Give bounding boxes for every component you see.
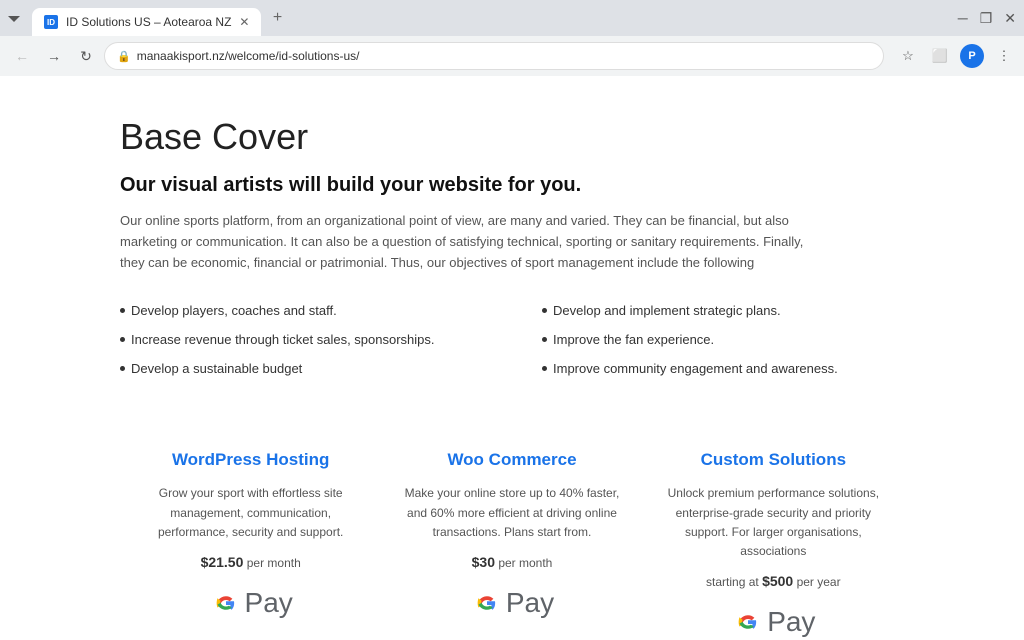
google-g-icon xyxy=(731,605,765,639)
google-g-icon xyxy=(209,586,243,620)
window-action-controls: ─ ❐ ✕ xyxy=(958,10,1016,27)
service-card-wordpress: WordPress Hosting Grow your sport with e… xyxy=(120,430,381,640)
refresh-button[interactable]: ↻ xyxy=(72,42,100,70)
custom-price-amount: $500 xyxy=(762,573,793,589)
woocommerce-price-amount: $30 xyxy=(472,554,495,570)
page-content: Base Cover Our visual artists will build… xyxy=(0,76,1024,640)
bullet-text: Develop a sustainable budget xyxy=(131,361,302,376)
bullet-item: Develop a sustainable budget xyxy=(120,361,482,376)
browser-window: ID ID Solutions US – Aotearoa NZ ✕ + ─ ❐… xyxy=(0,0,1024,640)
bullet-text: Improve community engagement and awarene… xyxy=(553,361,838,376)
bullet-item: Improve the fan experience. xyxy=(542,332,904,347)
extensions-icon[interactable]: ⬜ xyxy=(928,44,952,68)
close-button[interactable]: ✕ xyxy=(1004,10,1016,27)
woocommerce-price: $30 per month xyxy=(472,554,553,570)
woocommerce-title[interactable]: Woo Commerce xyxy=(447,450,576,470)
minimize-button[interactable]: ─ xyxy=(958,10,968,26)
tab-close-button[interactable]: ✕ xyxy=(239,15,249,29)
custom-desc: Unlock premium performance solutions, en… xyxy=(663,484,884,561)
bullet-dot xyxy=(542,337,547,342)
bullet-dot xyxy=(120,308,125,313)
custom-title[interactable]: Custom Solutions xyxy=(701,450,846,470)
arrow-down-icon xyxy=(8,12,20,24)
bullet-dot xyxy=(542,308,547,313)
wordpress-title[interactable]: WordPress Hosting xyxy=(172,450,329,470)
bullet-columns: Develop players, coaches and staff. Incr… xyxy=(120,303,904,390)
active-tab[interactable]: ID ID Solutions US – Aotearoa NZ ✕ xyxy=(32,8,261,36)
profile-button[interactable]: P xyxy=(960,44,984,68)
page-title: Base Cover xyxy=(120,116,904,158)
page-subtitle: Our visual artists will build your websi… xyxy=(120,174,904,197)
bookmark-icon[interactable]: ☆ xyxy=(896,44,920,68)
bullet-item: Improve community engagement and awarene… xyxy=(542,361,904,376)
tab-title: ID Solutions US – Aotearoa NZ xyxy=(66,15,231,29)
bullet-dot xyxy=(542,366,547,371)
bullet-dot xyxy=(120,337,125,342)
gpay-logo-woocommerce: Pay xyxy=(470,586,554,620)
custom-price-period: per year xyxy=(797,575,841,589)
bullet-item: Develop players, coaches and staff. xyxy=(120,303,482,318)
url-text: manaakisport.nz/welcome/id-solutions-us/ xyxy=(137,49,871,63)
restore-button[interactable]: ❐ xyxy=(980,10,993,27)
nav-right-controls: ☆ ⬜ P ⋮ xyxy=(896,44,1016,68)
address-bar[interactable]: 🔒 manaakisport.nz/welcome/id-solutions-u… xyxy=(104,42,884,70)
page-description: Our online sports platform, from an orga… xyxy=(120,211,820,273)
pay-text: Pay xyxy=(245,587,293,619)
tab-bar: ID ID Solutions US – Aotearoa NZ ✕ + ─ ❐… xyxy=(0,0,1024,36)
window-controls xyxy=(8,12,28,24)
service-card-woocommerce: Woo Commerce Make your online store up t… xyxy=(381,430,642,640)
custom-price: starting at $500 per year xyxy=(706,573,841,589)
back-button[interactable]: ← xyxy=(8,42,36,70)
lock-icon: 🔒 xyxy=(117,50,131,63)
custom-price-prefix: starting at xyxy=(706,575,762,589)
google-g-icon xyxy=(470,586,504,620)
wordpress-price: $21.50 per month xyxy=(201,554,301,570)
wordpress-price-period: per month xyxy=(247,556,301,570)
bullet-col-left: Develop players, coaches and staff. Incr… xyxy=(120,303,482,390)
bullet-text: Increase revenue through ticket sales, s… xyxy=(131,332,435,347)
gpay-logo-custom: Pay xyxy=(731,605,815,639)
bullet-dot xyxy=(120,366,125,371)
new-tab-button[interactable]: + xyxy=(265,6,289,30)
bullet-text: Develop players, coaches and staff. xyxy=(131,303,337,318)
wordpress-price-amount: $21.50 xyxy=(201,554,244,570)
bullet-text: Improve the fan experience. xyxy=(553,332,714,347)
service-card-custom: Custom Solutions Unlock premium performa… xyxy=(643,430,904,640)
wordpress-desc: Grow your sport with effortless site man… xyxy=(140,484,361,542)
services-section: WordPress Hosting Grow your sport with e… xyxy=(120,430,904,640)
pay-text: Pay xyxy=(506,587,554,619)
gpay-logo-wordpress: Pay xyxy=(209,586,293,620)
forward-button[interactable]: → xyxy=(40,42,68,70)
nav-bar: ← → ↻ 🔒 manaakisport.nz/welcome/id-solut… xyxy=(0,36,1024,76)
pay-text: Pay xyxy=(767,606,815,638)
bullet-item: Develop and implement strategic plans. xyxy=(542,303,904,318)
bullet-col-right: Develop and implement strategic plans. I… xyxy=(542,303,904,390)
menu-button[interactable]: ⋮ xyxy=(992,44,1016,68)
woocommerce-price-period: per month xyxy=(498,556,552,570)
woocommerce-desc: Make your online store up to 40% faster,… xyxy=(401,484,622,542)
bullet-item: Increase revenue through ticket sales, s… xyxy=(120,332,482,347)
tab-favicon: ID xyxy=(44,15,58,29)
bullet-text: Develop and implement strategic plans. xyxy=(553,303,781,318)
